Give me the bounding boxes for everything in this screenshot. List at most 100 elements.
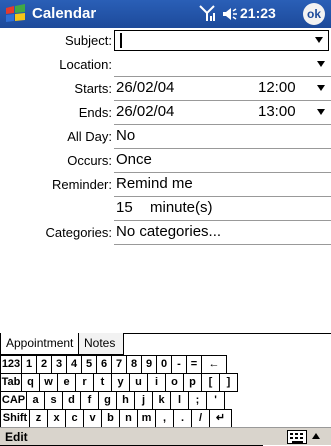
key[interactable]: Tab [0, 374, 22, 392]
key[interactable]: 9 [142, 356, 157, 374]
key[interactable]: 3 [52, 356, 67, 374]
keyboard-row: CAP a s d f g h j k l; ' [0, 391, 225, 410]
key[interactable]: j [135, 392, 153, 410]
key[interactable]: ← [202, 356, 227, 374]
key[interactable]: u [130, 374, 148, 392]
key[interactable]: z [30, 410, 48, 428]
key[interactable]: CAP [0, 392, 27, 410]
key[interactable]: ↵ [210, 410, 232, 428]
starts-dropdown-icon[interactable] [317, 85, 325, 91]
key[interactable]: v [84, 410, 102, 428]
subject-input[interactable] [114, 30, 329, 51]
app-title: Calendar [32, 5, 97, 22]
ends-row: Ends: 26/02/04 13:00 [0, 101, 331, 125]
key[interactable]: b [102, 410, 120, 428]
signal-icon[interactable] [199, 4, 215, 22]
tab-bar: Appointment Notes [0, 333, 331, 355]
key[interactable]: 0 [157, 356, 172, 374]
key[interactable]: x [48, 410, 66, 428]
key[interactable]: 8 [127, 356, 142, 374]
key[interactable]: w [40, 374, 58, 392]
keyboard-row: 123 1 2 3 4 5 6 7 8 9 0- = ← [0, 355, 227, 374]
windows-start-icon[interactable] [4, 3, 28, 25]
location-dropdown-icon[interactable] [317, 61, 325, 67]
appointment-form: Subject: Location: Starts: 26/02/04 12:0… [0, 28, 331, 336]
key[interactable]: 6 [97, 356, 112, 374]
key[interactable]: = [187, 356, 202, 374]
categories-label: Categories: [45, 225, 112, 240]
key[interactable]: m [138, 410, 156, 428]
keyboard-row: Tab q w e r t y u i o p[] [0, 373, 238, 392]
title-bar: Calendar 21:23 ok [0, 0, 331, 28]
key[interactable]: o [166, 374, 184, 392]
key[interactable]: d [63, 392, 81, 410]
starts-time[interactable]: 12:00 [258, 79, 296, 96]
allday-label: All Day: [67, 129, 112, 144]
key[interactable]: 123 [0, 356, 22, 374]
subject-label: Subject: [65, 33, 112, 48]
key[interactable]: , [156, 410, 174, 428]
ends-date[interactable]: 26/02/04 [116, 103, 174, 120]
sip-arrow-icon[interactable] [312, 433, 320, 439]
key[interactable]: g [99, 392, 117, 410]
key[interactable]: t [94, 374, 112, 392]
allday-row: All Day: No [0, 125, 331, 149]
key[interactable]: q [22, 374, 40, 392]
key[interactable]: k [153, 392, 171, 410]
occurs-label: Occurs: [67, 153, 112, 168]
reminder-unit[interactable]: minute(s) [150, 199, 213, 216]
clock[interactable]: 21:23 [240, 5, 276, 21]
key[interactable]: h [117, 392, 135, 410]
reminder-label: Reminder: [52, 177, 112, 192]
key[interactable]: 2 [37, 356, 52, 374]
tab-notes[interactable]: Notes [78, 333, 124, 355]
ends-dropdown-icon[interactable] [317, 109, 325, 115]
starts-date[interactable]: 26/02/04 [116, 79, 174, 96]
key[interactable]: e [58, 374, 76, 392]
occurs-value[interactable]: Once [116, 151, 152, 168]
key[interactable]: ' [207, 392, 225, 410]
keyboard-row: Shift z x c v b n m,. / ↵ [0, 409, 232, 428]
text-caret [120, 33, 122, 48]
key[interactable]: ; [189, 392, 207, 410]
key[interactable]: c [66, 410, 84, 428]
edit-menu[interactable]: Edit [5, 430, 28, 444]
key[interactable]: f [81, 392, 99, 410]
key[interactable]: 4 [67, 356, 82, 374]
key[interactable]: l [171, 392, 189, 410]
key[interactable]: [ [202, 374, 220, 392]
categories-row: Categories: No categories... [0, 221, 331, 245]
key[interactable]: a [27, 392, 45, 410]
starts-row: Starts: 26/02/04 12:00 [0, 77, 331, 101]
key[interactable]: 1 [22, 356, 37, 374]
starts-label: Starts: [74, 81, 112, 96]
speaker-icon[interactable] [221, 5, 237, 23]
key[interactable]: n [120, 410, 138, 428]
subject-row: Subject: [0, 29, 331, 53]
key[interactable]: Shift [0, 410, 30, 428]
tab-appointment[interactable]: Appointment [0, 333, 79, 355]
key[interactable]: p [184, 374, 202, 392]
key[interactable]: i [148, 374, 166, 392]
menu-bar: Edit [0, 427, 331, 445]
ok-button[interactable]: ok [303, 3, 325, 25]
ends-time[interactable]: 13:00 [258, 103, 296, 120]
key[interactable]: . [174, 410, 192, 428]
key[interactable]: r [76, 374, 94, 392]
key[interactable]: ] [220, 374, 238, 392]
key[interactable]: y [112, 374, 130, 392]
subject-dropdown-icon[interactable] [315, 37, 323, 43]
reminder-row: Reminder: Remind me [0, 173, 331, 197]
key[interactable]: - [172, 356, 187, 374]
allday-value[interactable]: No [116, 127, 135, 144]
key[interactable]: s [45, 392, 63, 410]
reminder-number[interactable]: 15 [116, 199, 133, 216]
soft-keyboard: 123 1 2 3 4 5 6 7 8 9 0- = ← Tab q w e r t y u i o p[] CAP a s d f g h… [0, 355, 331, 446]
key[interactable]: 5 [82, 356, 97, 374]
categories-value[interactable]: No categories... [116, 223, 221, 240]
reminder-detail-row: 15 minute(s) [0, 197, 331, 221]
key[interactable]: / [192, 410, 210, 428]
reminder-value[interactable]: Remind me [116, 175, 193, 192]
key[interactable]: 7 [112, 356, 127, 374]
keyboard-icon[interactable] [287, 430, 307, 444]
